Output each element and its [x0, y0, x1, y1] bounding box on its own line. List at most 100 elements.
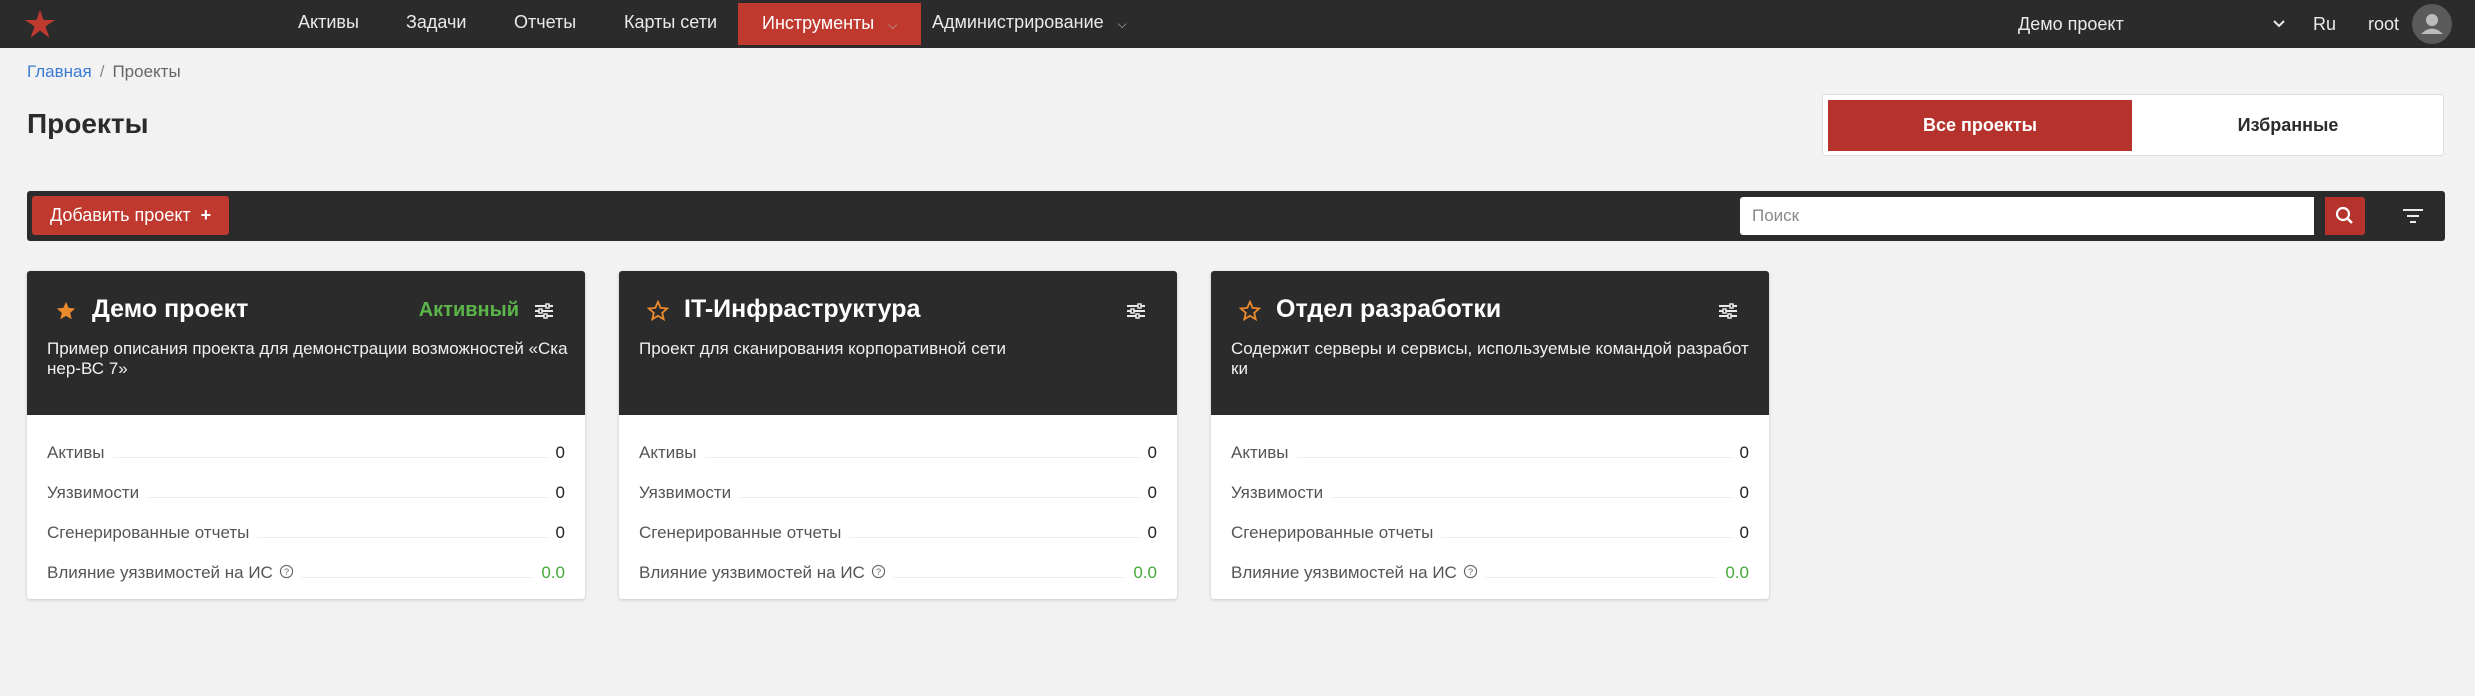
tab-all-projects[interactable]: Все проекты	[1828, 100, 2132, 151]
add-project-label: Добавить проект	[50, 205, 191, 225]
nav-tasks[interactable]: Задачи	[406, 0, 466, 44]
tab-favorites[interactable]: Избранные	[2136, 100, 2440, 151]
top-navbar: Активы Задачи Отчеты Карты сети Инструме…	[0, 0, 2475, 48]
metric-assets: Активы 0	[47, 433, 565, 473]
help-icon[interactable]: ?	[1463, 564, 1478, 579]
help-icon[interactable]: ?	[279, 564, 294, 579]
nav-reports[interactable]: Отчеты	[514, 0, 576, 44]
metric-label-wrap: Влияние уязвимостей на ИС?	[47, 563, 302, 583]
metric-vulns: Уязвимости 0	[1231, 473, 1749, 513]
settings-sliders-icon[interactable]	[533, 302, 555, 320]
metric-divider	[739, 496, 1140, 498]
metric-label: Уязвимости	[639, 483, 740, 503]
nav-administration[interactable]: Администрирование ⌵	[932, 0, 1127, 44]
project-card[interactable]: IT-Инфраструктура Проект для сканировани…	[619, 271, 1177, 599]
metric-divider	[257, 536, 548, 538]
metric-label-wrap: Влияние уязвимостей на ИС?	[639, 563, 894, 583]
metric-impact: Влияние уязвимостей на ИС? 0.0	[1231, 553, 1749, 593]
search-input[interactable]	[1740, 197, 2314, 235]
metric-divider	[1485, 576, 1718, 578]
favorite-star-outline-icon[interactable]	[1239, 300, 1261, 322]
metric-label: Влияние уязвимостей на ИС	[639, 563, 865, 582]
project-title[interactable]: Демо проект	[92, 295, 248, 324]
metric-label: Уязвимости	[1231, 483, 1332, 503]
project-card[interactable]: Отдел разработки Содержит серверы и серв…	[1211, 271, 1769, 599]
project-metrics: Активы 0 Уязвимости 0 Сгенерированные отче…	[47, 433, 565, 593]
username[interactable]: root	[2368, 0, 2399, 48]
metric-impact: Влияние уязвимостей на ИС? 0.0	[47, 553, 565, 593]
metric-value: 0	[1139, 483, 1157, 503]
metric-label: Активы	[639, 443, 705, 463]
metric-label: Влияние уязвимостей на ИС	[47, 563, 273, 582]
metric-value: 0	[1731, 443, 1749, 463]
search-button[interactable]	[2325, 197, 2365, 235]
metric-value: 0	[1731, 483, 1749, 503]
nav-network-maps[interactable]: Карты сети	[624, 0, 717, 44]
page-title: Проекты	[27, 108, 149, 139]
project-filter-tabs: Все проекты Избранные	[1822, 94, 2444, 156]
metric-divider	[1441, 536, 1732, 538]
svg-text:?: ?	[1468, 567, 1473, 577]
language-switcher[interactable]: Ru	[2313, 0, 2336, 48]
favorite-star-icon[interactable]	[55, 300, 77, 322]
project-card-header: Отдел разработки Содержит серверы и серв…	[1211, 271, 1769, 415]
metric-value: 0	[1139, 443, 1157, 463]
metric-divider	[112, 456, 548, 458]
metric-value: 0	[1731, 523, 1749, 543]
nav-tools[interactable]: Инструменты ⌵	[738, 3, 922, 45]
metric-label: Активы	[47, 443, 113, 463]
user-icon	[2421, 14, 2443, 34]
metric-value: 0	[547, 443, 565, 463]
svg-text:?: ?	[284, 567, 289, 577]
metric-reports: Сгенерированные отчеты 0	[1231, 513, 1749, 553]
metric-divider	[147, 496, 548, 498]
nav-assets[interactable]: Активы	[298, 0, 359, 44]
chevron-down-icon[interactable]	[2270, 15, 2288, 33]
metric-divider	[849, 536, 1140, 538]
star-logo-icon[interactable]	[22, 9, 58, 39]
settings-sliders-icon[interactable]	[1125, 302, 1147, 320]
metric-label: Сгенерированные отчеты	[639, 523, 850, 543]
project-status-badge: Активный	[418, 299, 519, 321]
project-description: Проект для сканирования корпоративной се…	[639, 339, 1006, 358]
project-metrics: Активы 0 Уязвимости 0 Сгенерированные отче…	[639, 433, 1157, 593]
breadcrumb-home[interactable]: Главная	[27, 62, 92, 81]
metric-value: 0.0	[1717, 563, 1749, 583]
settings-sliders-icon[interactable]	[1717, 302, 1739, 320]
breadcrumb-separator: /	[99, 62, 105, 81]
nav-tools-label: Инструменты	[762, 13, 875, 33]
project-card-header: Демо проект Активный Пример описания про…	[27, 271, 585, 415]
metric-divider	[704, 456, 1140, 458]
project-selector[interactable]: Демо проект	[2018, 0, 2124, 48]
metric-value: 0.0	[1125, 563, 1157, 583]
metric-value: 0.0	[533, 563, 565, 583]
nav-administration-label: Администрирование	[932, 12, 1104, 32]
metric-reports: Сгенерированные отчеты 0	[639, 513, 1157, 553]
help-icon[interactable]: ?	[871, 564, 886, 579]
metric-divider	[1331, 496, 1732, 498]
project-description: Содержит серверы и сервисы, используемые…	[1231, 339, 1749, 378]
metric-divider	[301, 576, 534, 578]
metric-vulns: Уязвимости 0	[639, 473, 1157, 513]
metric-assets: Активы 0	[639, 433, 1157, 473]
filter-icon[interactable]	[2399, 203, 2427, 229]
metric-value: 0	[1139, 523, 1157, 543]
add-project-button[interactable]: Добавить проект +	[32, 196, 230, 235]
metric-value: 0	[547, 483, 565, 503]
project-card[interactable]: Демо проект Активный Пример описания про…	[27, 271, 585, 599]
project-card-header: IT-Инфраструктура Проект для сканировани…	[619, 271, 1177, 415]
metric-label: Активы	[1231, 443, 1297, 463]
favorite-star-outline-icon[interactable]	[647, 300, 669, 322]
chevron-down-icon: ⌵	[888, 18, 898, 32]
metric-label: Сгенерированные отчеты	[47, 523, 258, 543]
project-metrics: Активы 0 Уязвимости 0 Сгенерированные отче…	[1231, 433, 1749, 593]
metric-impact: Влияние уязвимостей на ИС? 0.0	[639, 553, 1157, 593]
metric-assets: Активы 0	[1231, 433, 1749, 473]
project-title[interactable]: IT-Инфраструктура	[684, 295, 920, 324]
avatar[interactable]	[2412, 4, 2452, 44]
project-description: Пример описания проекта для демонстрации…	[47, 339, 568, 378]
metric-label: Уязвимости	[47, 483, 148, 503]
chevron-down-icon: ⌵	[1117, 17, 1127, 31]
project-title[interactable]: Отдел разработки	[1276, 295, 1501, 324]
svg-text:?: ?	[876, 567, 881, 577]
